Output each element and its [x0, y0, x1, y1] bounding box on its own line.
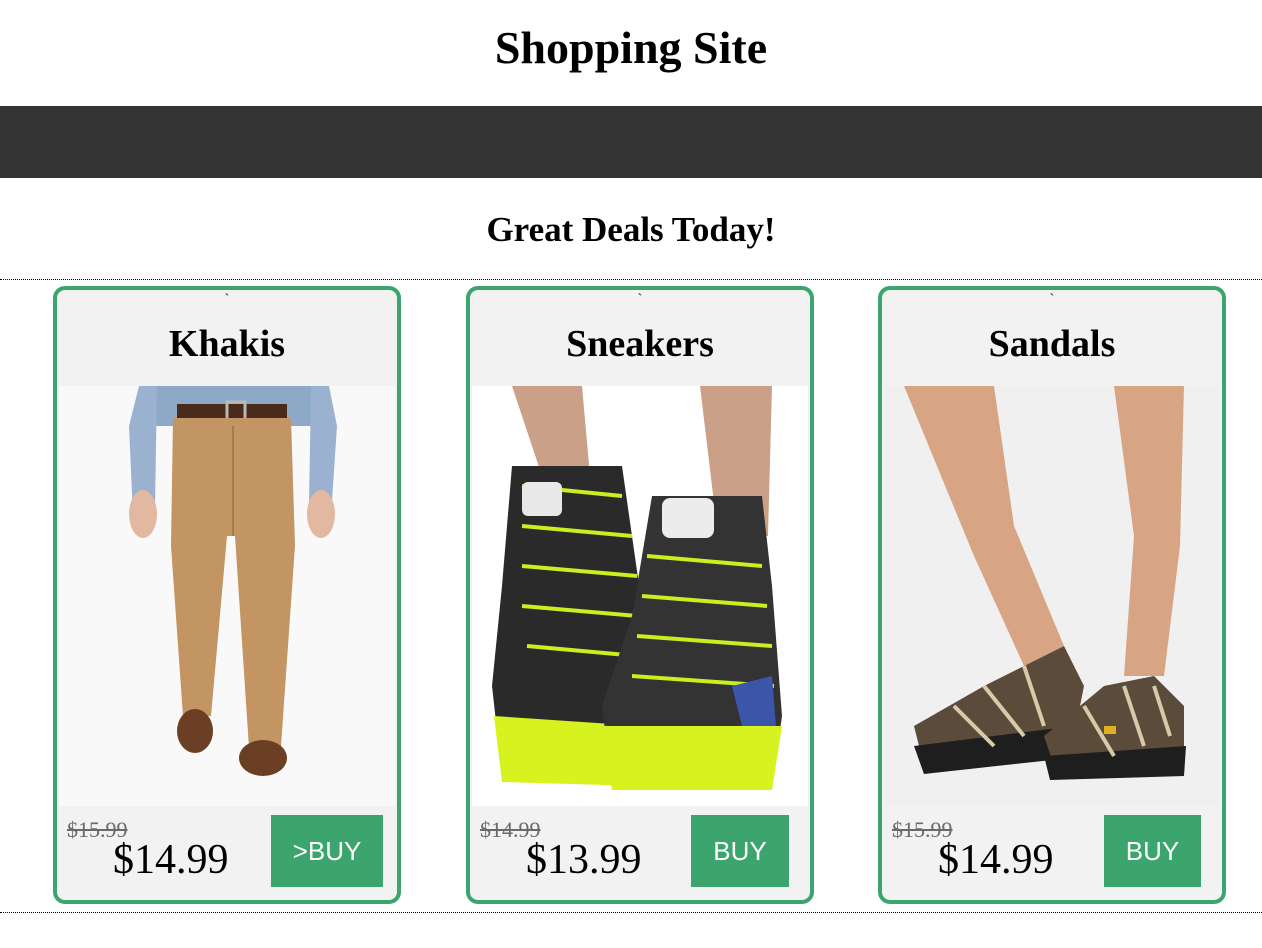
section-title: Great Deals Today!: [486, 210, 776, 249]
product-card-sneakers: ` Sneakers $14.99 $13.99 BUY: [466, 286, 814, 904]
buy-button-sandals[interactable]: BUY: [1104, 815, 1201, 887]
product-card-khakis: ` Khakis $15.99 $14.99 >BUY: [53, 286, 401, 904]
top-divider: [0, 279, 1262, 280]
sale-price: $14.99: [938, 837, 1054, 883]
sale-price: $14.99: [113, 837, 229, 883]
sneakers-photo: [472, 386, 808, 806]
khaki-pants-photo: [59, 386, 395, 806]
card-tick: `: [637, 292, 643, 307]
buy-button-khakis[interactable]: >BUY: [271, 815, 383, 887]
product-name: Sandals: [988, 323, 1116, 365]
product-name: Khakis: [168, 323, 286, 365]
site-title: Shopping Site: [494, 22, 768, 73]
sandals-photo: [884, 386, 1220, 806]
card-tick: `: [224, 292, 230, 307]
card-tick: `: [1049, 292, 1055, 307]
bottom-divider: [0, 912, 1262, 913]
buy-button-sneakers[interactable]: BUY: [691, 815, 789, 887]
navbar: [0, 106, 1262, 178]
product-card-sandals: ` Sandals $15.99 $14.99 BUY: [878, 286, 1226, 904]
sale-price: $13.99: [526, 837, 642, 883]
product-name: Sneakers: [566, 323, 714, 365]
